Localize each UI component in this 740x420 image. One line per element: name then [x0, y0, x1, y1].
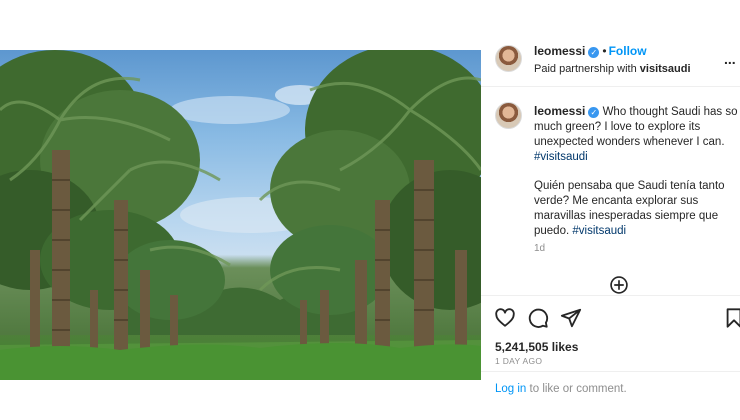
partnership-prefix: Paid partnership with: [534, 63, 637, 75]
palm-grove-image: [0, 50, 481, 380]
login-link[interactable]: Log in: [495, 383, 526, 395]
avatar[interactable]: [495, 45, 522, 72]
verified-badge-icon: ✓: [588, 107, 600, 118]
share-icon[interactable]: [560, 307, 582, 329]
hashtag-link[interactable]: #visitsaudi: [572, 225, 626, 237]
bookmark-icon[interactable]: [723, 307, 740, 329]
paid-partnership-line: Paid partnership with visitsaudi: [534, 63, 691, 75]
post-image[interactable]: [0, 50, 481, 380]
caption-section: leomessi ✓ Who thought Saudi has so much …: [481, 87, 740, 302]
likes-count[interactable]: 5,241,505 likes: [495, 340, 578, 354]
more-options-icon[interactable]: ...: [724, 51, 736, 67]
caption-english: leomessi ✓ Who thought Saudi has so much …: [534, 104, 739, 165]
actions-section: 5,241,505 likes 1 DAY AGO Log in to like…: [481, 295, 740, 405]
login-rest: to like or comment.: [526, 383, 627, 395]
avatar[interactable]: [495, 102, 522, 129]
follow-button[interactable]: Follow: [609, 44, 647, 58]
username-link[interactable]: leomessi: [534, 44, 585, 58]
heart-icon[interactable]: [494, 307, 516, 329]
hashtag-link[interactable]: #visitsaudi: [534, 151, 588, 163]
header-user-line: leomessi ✓ • Follow: [534, 44, 647, 58]
caption-text: leomessi ✓ Who thought Saudi has so much …: [534, 104, 739, 239]
separator-dot: •: [602, 44, 607, 58]
post-panel: leomessi ✓ • Follow Paid partnership with v…: [481, 30, 740, 420]
login-prompt: Log in to like or comment.: [495, 383, 627, 395]
post-date[interactable]: 1 DAY AGO: [495, 356, 542, 366]
caption-spanish: Quién pensaba que Saudi tenía tanto verd…: [534, 179, 739, 239]
partner-link[interactable]: visitsaudi: [640, 63, 691, 75]
add-circle-icon[interactable]: [609, 275, 629, 295]
caption-username[interactable]: leomessi: [534, 104, 585, 118]
caption-timestamp: 1d: [534, 243, 546, 254]
login-bar: Log in to like or comment.: [481, 371, 740, 406]
verified-badge-icon: ✓: [588, 47, 600, 58]
caption-es-text: Quién pensaba que Saudi tenía tanto verd…: [534, 180, 725, 237]
post-header: leomessi ✓ • Follow Paid partnership with v…: [481, 30, 740, 87]
comment-icon[interactable]: [527, 307, 549, 329]
